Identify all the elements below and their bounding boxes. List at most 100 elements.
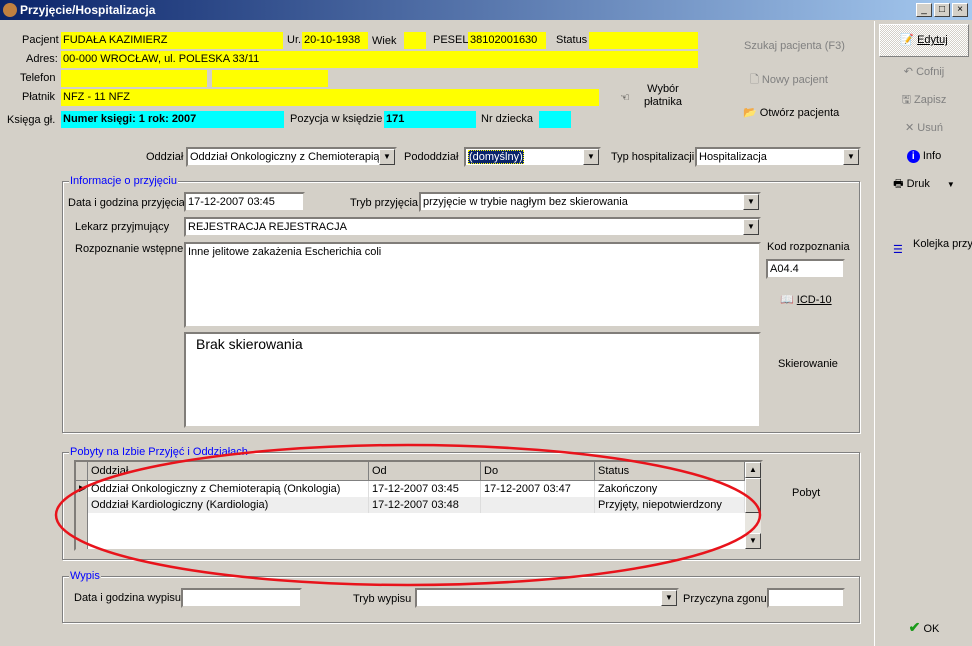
rozpoznanie-label: Rozpoznanie wstępne bbox=[75, 243, 184, 255]
druk-button[interactable]: 🖶 Druk ▼ bbox=[879, 175, 969, 194]
column-header-od[interactable]: Od bbox=[369, 462, 481, 481]
pesel-field[interactable]: 38102001630 bbox=[468, 32, 546, 49]
tryb-przyjecia-value: przyjęcie w trybie nagłym bez skierowani… bbox=[423, 196, 628, 208]
data-przyjecia-input[interactable]: 17-12-2007 03:45 bbox=[184, 192, 305, 212]
wiek-field[interactable] bbox=[404, 32, 426, 49]
icd10-label: ICD-10 bbox=[796, 294, 832, 306]
telefon-field-2[interactable] bbox=[212, 70, 328, 87]
maximize-button[interactable]: □ bbox=[934, 3, 950, 17]
column-header-do[interactable]: Do bbox=[481, 462, 595, 481]
tryb-wypisu-select[interactable]: ▼ bbox=[415, 588, 679, 608]
data-wypisu-label: Data i godzina wypisu bbox=[74, 592, 182, 604]
edytuj-button[interactable]: 📝 Edytuj bbox=[879, 24, 969, 57]
scroll-down-icon[interactable]: ▼ bbox=[745, 533, 761, 549]
chevron-down-icon[interactable]: ▼ bbox=[583, 149, 599, 165]
platnik-label: Płatnik bbox=[22, 91, 56, 103]
minimize-button[interactable]: _ bbox=[916, 3, 932, 17]
edytuj-label: Edytuj bbox=[917, 34, 948, 46]
cofnij-button[interactable]: ↶ Cofnij bbox=[879, 63, 969, 81]
skierowanie-textarea[interactable]: Brak skierowania bbox=[184, 332, 761, 428]
platnik-field[interactable]: NFZ - 11 NFZ bbox=[61, 89, 599, 106]
chevron-down-icon[interactable]: ▼ bbox=[743, 219, 759, 235]
informacje-title: Informacje o przyjęciu bbox=[69, 174, 178, 188]
cell-od: 17-12-2007 03:48 bbox=[369, 497, 481, 513]
chevron-down-icon[interactable]: ▼ bbox=[743, 194, 759, 210]
data-wypisu-input[interactable] bbox=[181, 588, 302, 608]
new-document-icon: 🗋 bbox=[750, 74, 762, 86]
typ-hospitalizacji-value: Hospitalizacja bbox=[699, 151, 767, 163]
info-label: Info bbox=[922, 150, 942, 162]
scroll-up-icon[interactable]: ▲ bbox=[745, 462, 761, 478]
cell-oddzial: Oddział Onkologiczny z Chemioterapią (On… bbox=[88, 481, 369, 497]
typ-hospitalizacji-select[interactable]: Hospitalizacja ▼ bbox=[695, 147, 861, 167]
druk-label: Druk bbox=[906, 178, 930, 190]
pobyty-grid: Oddział Od Do Status ▶ Oddział Onkologic… bbox=[74, 460, 763, 551]
przyczyna-zgonu-label: Przyczyna zgonu bbox=[683, 593, 767, 605]
delete-x-icon: ✕ bbox=[905, 122, 915, 134]
table-row[interactable]: Oddział Onkologiczny z Chemioterapią (On… bbox=[88, 481, 745, 497]
wypis-title: Wypis bbox=[69, 569, 101, 583]
row-indicator-column: ▶ bbox=[76, 481, 88, 549]
pozycja-field[interactable]: 171 bbox=[384, 111, 476, 128]
nowy-pacjent-button[interactable]: 🗋 Nowy pacjent bbox=[750, 72, 828, 88]
telefon-field-1[interactable] bbox=[61, 70, 207, 87]
column-header-status[interactable]: Status bbox=[595, 462, 745, 481]
pobyt-button[interactable]: Pobyt bbox=[792, 485, 820, 501]
printer-icon: 🖶 bbox=[893, 178, 904, 190]
undo-icon: ↶ bbox=[903, 66, 914, 78]
skierowanie-button[interactable]: Skierowanie bbox=[778, 356, 838, 372]
scroll-thumb[interactable] bbox=[745, 478, 761, 513]
toolbar-separator bbox=[874, 21, 875, 646]
ok-button[interactable]: ✔ OK bbox=[879, 618, 969, 638]
column-header-oddzial[interactable]: Oddział bbox=[88, 462, 369, 481]
chevron-down-icon[interactable]: ▼ bbox=[379, 149, 395, 165]
cofnij-label: Cofnij bbox=[916, 66, 945, 78]
przyczyna-zgonu-input[interactable] bbox=[767, 588, 845, 608]
ok-label: OK bbox=[923, 623, 940, 635]
cell-do bbox=[481, 497, 595, 513]
ksiega-label: Księga gł. bbox=[7, 114, 56, 126]
table-row[interactable]: Oddział Kardiologiczny (Kardiologia) 17-… bbox=[88, 497, 745, 513]
vertical-scrollbar[interactable]: ▲ ▼ bbox=[745, 462, 761, 549]
edit-document-icon: 📝 bbox=[900, 34, 915, 46]
chevron-down-icon[interactable]: ▼ bbox=[661, 590, 677, 606]
dropdown-arrow-icon[interactable]: ▼ bbox=[947, 180, 955, 189]
kod-rozpoznania-input[interactable]: A04.4 bbox=[766, 259, 845, 279]
typ-hospitalizacji-label: Typ hospitalizacji bbox=[611, 151, 695, 163]
usun-label: Usuń bbox=[917, 122, 943, 134]
tryb-przyjecia-select[interactable]: przyjęcie w trybie nagłym bez skierowani… bbox=[419, 192, 761, 212]
cell-oddzial: Oddział Kardiologiczny (Kardiologia) bbox=[88, 497, 369, 513]
birthdate-field[interactable]: 20-10-1938 bbox=[302, 32, 368, 49]
wybor-platnika-button[interactable]: ☜ Wybór płatnika bbox=[618, 83, 684, 111]
info-button[interactable]: i Info bbox=[879, 147, 969, 165]
close-button[interactable]: × bbox=[952, 3, 968, 17]
pacjent-field[interactable]: FUDAŁA KAZIMIERZ bbox=[61, 32, 283, 49]
hand-pointer-icon: ☜ bbox=[620, 92, 630, 104]
otworz-pacjenta-button[interactable]: 📂 Otwórz pacjenta bbox=[743, 105, 839, 121]
adres-field[interactable]: 00-000 WROCŁAW, ul. POLESKA 33/11 bbox=[61, 51, 698, 68]
ksiega-field[interactable]: Numer księgi: 1 rok: 2007 bbox=[61, 111, 284, 128]
nowy-pacjent-label: Nowy pacjent bbox=[761, 74, 828, 86]
pesel-label: PESEL bbox=[433, 34, 469, 46]
nr-dziecka-label: Nr dziecka bbox=[481, 113, 533, 125]
window-title: Przyjęcie/Hospitalizacja bbox=[20, 3, 156, 17]
nr-dziecka-field[interactable] bbox=[539, 111, 571, 128]
icd10-button[interactable]: 📖 ICD-10 bbox=[780, 292, 832, 308]
rozpoznanie-textarea[interactable]: Inne jelitowe zakażenia Escherichia coli bbox=[184, 242, 761, 328]
status-field[interactable] bbox=[589, 32, 698, 49]
zapisz-button[interactable]: 🖫 Zapisz bbox=[879, 91, 969, 109]
usun-button[interactable]: ✕ Usuń bbox=[879, 119, 969, 137]
row-indicator-header bbox=[76, 462, 88, 481]
title-bar: Przyjęcie/Hospitalizacja bbox=[0, 0, 972, 20]
szukaj-pacjenta-button[interactable]: Szukaj pacjenta (F3) bbox=[744, 38, 845, 54]
cell-od: 17-12-2007 03:45 bbox=[369, 481, 481, 497]
pobyty-title: Pobyty na Izbie Przyjęć i Oddziałach bbox=[69, 445, 249, 459]
oddzial-label: Oddział bbox=[146, 151, 184, 163]
oddzial-select[interactable]: Oddział Onkologiczny z Chemioterapią (▼ bbox=[186, 147, 397, 167]
pododdzial-select[interactable]: (domyślny) ▼ bbox=[464, 147, 601, 167]
kod-rozpoznania-label: Kod rozpoznania bbox=[767, 241, 850, 253]
chevron-down-icon[interactable]: ▼ bbox=[843, 149, 859, 165]
book-icon: 📖 bbox=[780, 294, 794, 306]
lekarz-select[interactable]: REJESTRACJA REJESTRACJA ▼ bbox=[184, 217, 761, 237]
kolejka-label: Kolejka przyjęć bbox=[913, 238, 972, 250]
